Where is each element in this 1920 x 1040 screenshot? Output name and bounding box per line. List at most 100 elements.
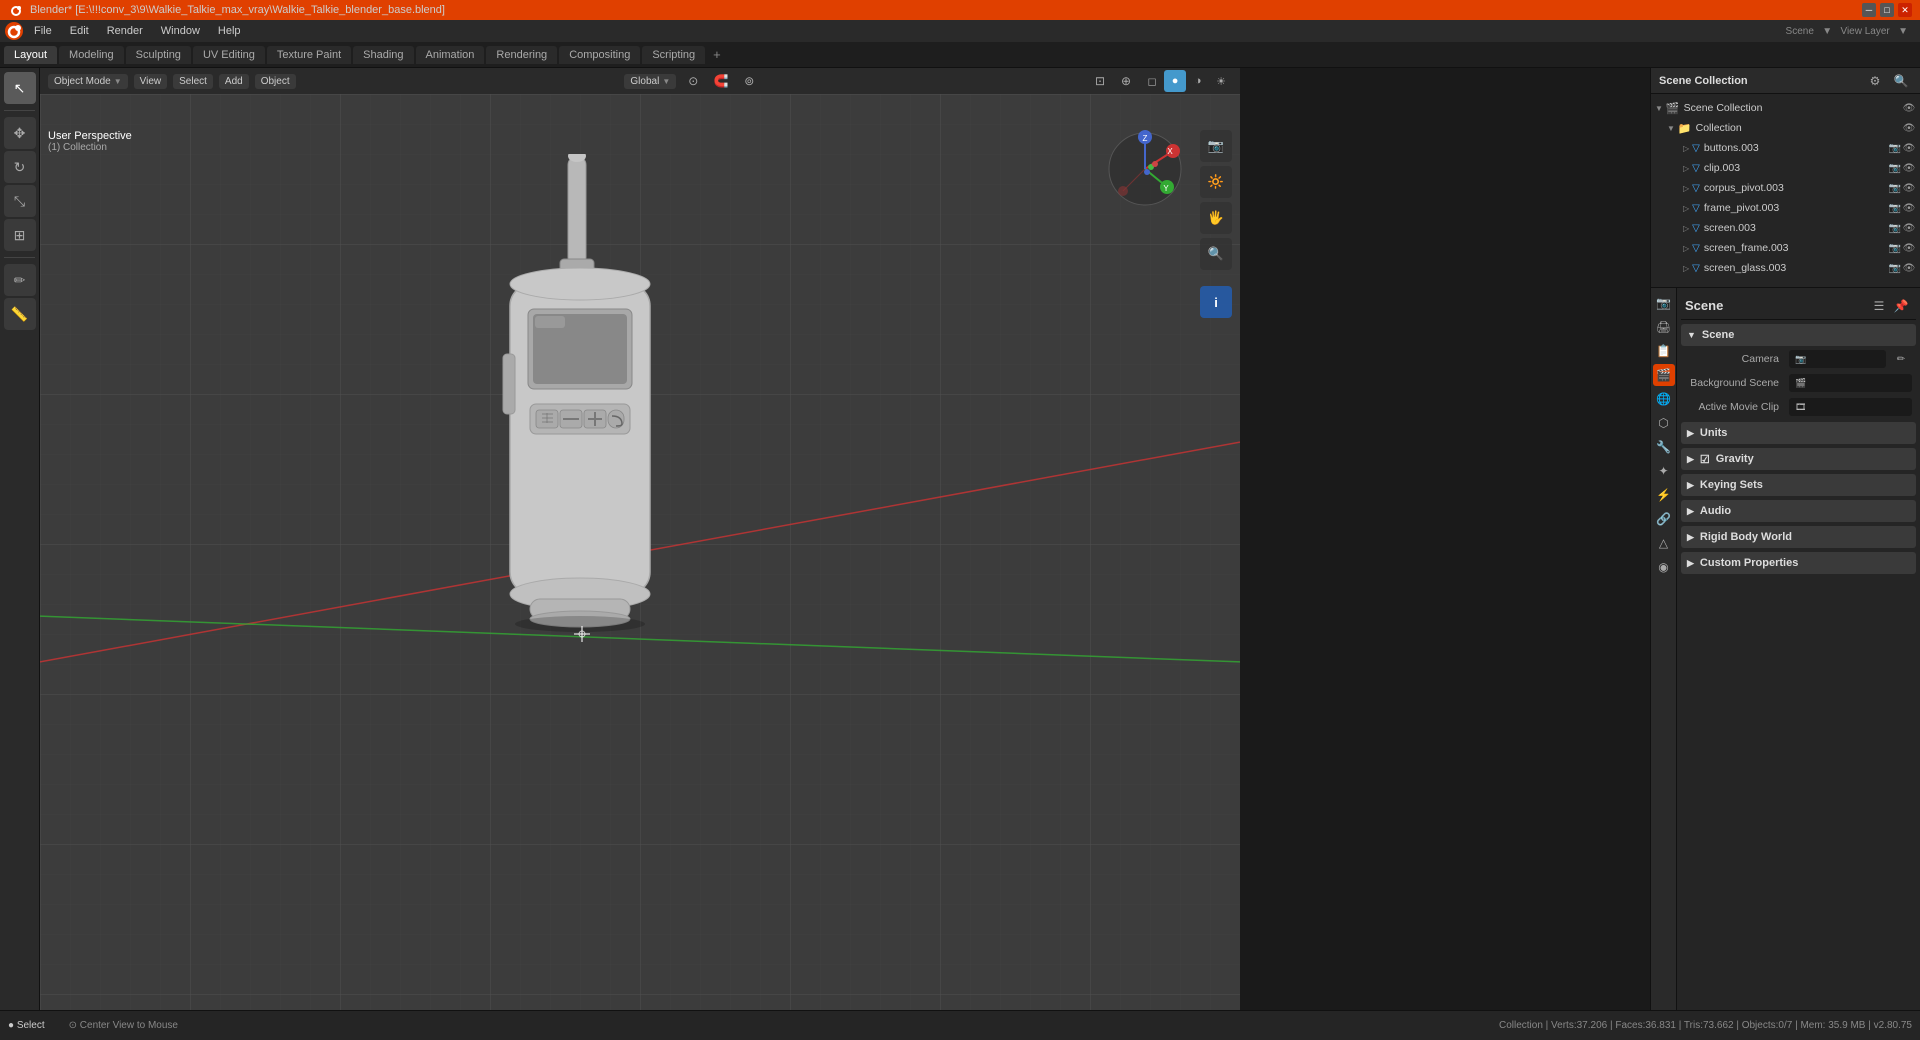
outliner-item-screen-frame[interactable]: ▷ ▽ screen_frame.003 📷 👁 (1651, 238, 1920, 258)
screen-camera-vis[interactable]: 📷 (1888, 221, 1902, 235)
frame-pivot-vis[interactable]: 👁 (1902, 201, 1916, 215)
props-world-icon[interactable]: 🌐 (1653, 388, 1675, 410)
nav-gizmo[interactable]: X Y Z (1105, 129, 1185, 209)
menu-render[interactable]: Render (99, 23, 151, 39)
clip-camera-vis[interactable]: 📷 (1888, 161, 1902, 175)
global-transform-button[interactable]: Global ▼ (624, 74, 676, 89)
props-output-icon[interactable]: 🖨 (1653, 316, 1675, 338)
solid-shading-button[interactable]: ● (1164, 70, 1186, 92)
tool-transform[interactable]: ⊞ (4, 219, 36, 251)
rigid-body-world-section-header[interactable]: ▶ Rigid Body World (1681, 526, 1916, 548)
background-scene-field[interactable]: 🎬 (1789, 374, 1912, 392)
viewport-select-button[interactable]: Select (173, 74, 213, 89)
camera-field[interactable]: 📷 (1789, 350, 1886, 368)
gravity-section-header[interactable]: ▶ ☑ Gravity (1681, 448, 1916, 470)
snap-button[interactable]: 🧲 (710, 70, 732, 92)
viewport-lock-button[interactable]: 🖐 (1200, 202, 1232, 234)
outliner-search-button[interactable]: 🔍 (1890, 70, 1912, 92)
screen-glass-vis[interactable]: 👁 (1902, 261, 1916, 275)
tab-scripting[interactable]: Scripting (642, 46, 705, 64)
tool-measure[interactable]: 📏 (4, 298, 36, 330)
scene-collection-vis[interactable]: 👁 (1902, 101, 1916, 115)
collection-vis[interactable]: 👁 (1902, 121, 1916, 135)
add-workspace-button[interactable]: + (707, 44, 727, 65)
viewport-info-button[interactable]: i (1200, 286, 1232, 318)
menu-window[interactable]: Window (153, 23, 208, 39)
object-mode-button[interactable]: Object Mode ▼ (48, 74, 128, 89)
props-viewlayer-icon[interactable]: 📋 (1653, 340, 1675, 362)
props-particles-icon[interactable]: ✦ (1653, 460, 1675, 482)
tab-layout[interactable]: Layout (4, 46, 57, 64)
screen-glass-camera-vis[interactable]: 📷 (1888, 261, 1902, 275)
screen-frame-vis[interactable]: 👁 (1902, 241, 1916, 255)
frame-pivot-camera-vis[interactable]: 📷 (1888, 201, 1902, 215)
props-modifier-icon[interactable]: 🔧 (1653, 436, 1675, 458)
viewport[interactable]: Object Mode ▼ View Select Add Object Glo… (40, 68, 1240, 1010)
camera-view-button[interactable]: 📷 (1200, 130, 1232, 162)
outliner-collection[interactable]: ▼ 📁 Collection 👁 (1651, 118, 1920, 138)
show-gizmos-button[interactable]: ⊕ (1115, 70, 1137, 92)
rendered-shading-button[interactable]: ☀ (1210, 70, 1232, 92)
menu-file[interactable]: File (26, 23, 60, 39)
viewport-zoom-button[interactable]: 🔍 (1200, 238, 1232, 270)
screen-frame-camera-vis[interactable]: 📷 (1888, 241, 1902, 255)
custom-properties-section-header[interactable]: ▶ Custom Properties (1681, 552, 1916, 574)
props-render-icon[interactable]: 📷 (1653, 292, 1675, 314)
keying-sets-section-header[interactable]: ▶ Keying Sets (1681, 474, 1916, 496)
tab-sculpting[interactable]: Sculpting (126, 46, 191, 64)
outliner-item-clip[interactable]: ▷ ▽ clip.003 📷 👁 (1651, 158, 1920, 178)
tab-shading[interactable]: Shading (353, 46, 413, 64)
audio-section-header[interactable]: ▶ Audio (1681, 500, 1916, 522)
buttons-camera-vis[interactable]: 📷 (1888, 141, 1902, 155)
close-button[interactable]: ✕ (1898, 3, 1912, 17)
proportional-edit-button[interactable]: ⊚ (738, 70, 760, 92)
menu-help[interactable]: Help (210, 23, 249, 39)
outliner-scene-collection[interactable]: ▼ 🎬 Scene Collection 👁 (1651, 98, 1920, 118)
tab-texture-paint[interactable]: Texture Paint (267, 46, 351, 64)
scene-section-header[interactable]: ▼ Scene (1681, 324, 1916, 346)
corpus-camera-vis[interactable]: 📷 (1888, 181, 1902, 195)
viewport-canvas[interactable]: User Perspective (1) Collection X Y Z (40, 94, 1240, 1010)
tool-annotate[interactable]: ✏ (4, 264, 36, 296)
menu-edit[interactable]: Edit (62, 23, 97, 39)
active-movie-clip-field[interactable]: 🎞 (1789, 398, 1912, 416)
show-overlays-button[interactable]: ⊡ (1089, 70, 1111, 92)
props-material-icon[interactable]: ◉ (1653, 556, 1675, 578)
camera-eyedropper[interactable]: ✏ (1890, 348, 1912, 370)
outliner-item-corpus[interactable]: ▷ ▽ corpus_pivot.003 📷 👁 (1651, 178, 1920, 198)
viewport-object-button[interactable]: Object (255, 74, 296, 89)
scene-selector[interactable]: Scene ▼ View Layer ▼ (1786, 26, 1916, 37)
tab-uv-editing[interactable]: UV Editing (193, 46, 265, 64)
tab-modeling[interactable]: Modeling (59, 46, 124, 64)
corpus-vis[interactable]: 👁 (1902, 181, 1916, 195)
outliner-item-screen[interactable]: ▷ ▽ screen.003 📷 👁 (1651, 218, 1920, 238)
viewport-view-button[interactable]: View (134, 74, 168, 89)
tab-animation[interactable]: Animation (416, 46, 485, 64)
tool-select[interactable]: ↖ (4, 72, 36, 104)
props-data-icon[interactable]: △ (1653, 532, 1675, 554)
props-constraints-icon[interactable]: 🔗 (1653, 508, 1675, 530)
props-panel-pin[interactable]: 📌 (1890, 295, 1912, 317)
blender-menu-logo[interactable] (4, 21, 24, 41)
units-section-header[interactable]: ▶ Units (1681, 422, 1916, 444)
viewport-add-button[interactable]: Add (219, 74, 249, 89)
props-scene-icon[interactable]: 🎬 (1653, 364, 1675, 386)
tab-rendering[interactable]: Rendering (486, 46, 557, 64)
tool-move[interactable]: ✥ (4, 117, 36, 149)
material-shading-button[interactable]: ◑ (1187, 70, 1209, 92)
wireframe-shading-button[interactable]: ◻ (1141, 70, 1163, 92)
tab-compositing[interactable]: Compositing (559, 46, 640, 64)
render-region-button[interactable]: 🔆 (1200, 166, 1232, 198)
outliner-item-frame-pivot[interactable]: ▷ ▽ frame_pivot.003 📷 👁 (1651, 198, 1920, 218)
props-physics-icon[interactable]: ⚡ (1653, 484, 1675, 506)
screen-vis[interactable]: 👁 (1902, 221, 1916, 235)
outliner-item-screen-glass[interactable]: ▷ ▽ screen_glass.003 📷 👁 (1651, 258, 1920, 278)
buttons-vis[interactable]: 👁 (1902, 141, 1916, 155)
maximize-button[interactable]: □ (1880, 3, 1894, 17)
outliner-filter-button[interactable]: ⚙ (1864, 70, 1886, 92)
minimize-button[interactable]: ─ (1862, 3, 1876, 17)
pivot-point-button[interactable]: ⊙ (682, 70, 704, 92)
clip-vis[interactable]: 👁 (1902, 161, 1916, 175)
props-panel-menu[interactable]: ☰ (1868, 295, 1890, 317)
tool-scale[interactable]: ⤡ (4, 185, 36, 217)
